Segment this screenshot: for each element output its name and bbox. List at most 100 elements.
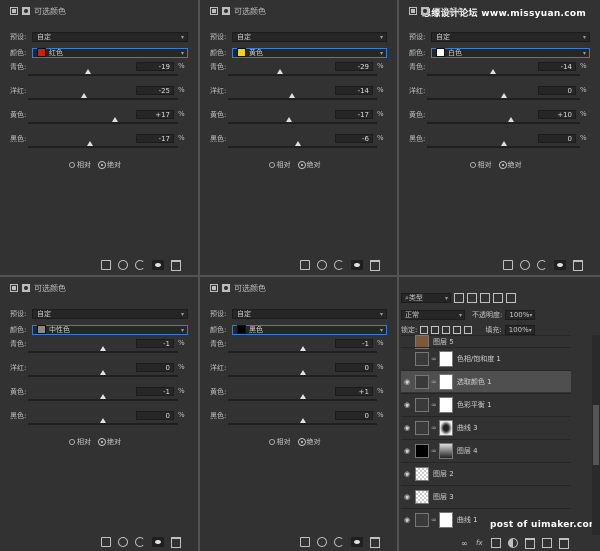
color-dropdown[interactable]: 红色 ▾	[32, 47, 188, 58]
black-value-input[interactable]: -6	[335, 134, 373, 143]
yellow-slider-track[interactable]	[28, 399, 178, 401]
cyan-slider-track[interactable]	[28, 351, 178, 353]
lock-position-icon[interactable]	[442, 326, 451, 334]
shape-filter-icon[interactable]	[493, 293, 503, 303]
blend-mode-dropdown[interactable]: 正常 ▾	[401, 310, 465, 320]
reset-icon[interactable]	[537, 260, 547, 270]
clip-to-layer-icon[interactable]	[300, 260, 310, 270]
adjustment-layer-icon[interactable]	[409, 7, 417, 15]
yellow-slider-handle[interactable]	[286, 117, 293, 122]
visibility-eye-icon[interactable]	[152, 260, 164, 270]
view-previous-state-icon[interactable]	[118, 537, 128, 547]
magenta-slider-track[interactable]	[28, 375, 178, 377]
layer-row[interactable]: ◉ 图层 2	[401, 462, 571, 484]
trash-icon[interactable]	[370, 536, 380, 548]
magenta-value-input[interactable]: -14	[335, 86, 373, 95]
magenta-value-input[interactable]: 0	[136, 363, 174, 372]
lock-transparency-icon[interactable]	[420, 326, 429, 334]
reset-icon[interactable]	[135, 260, 145, 270]
adjustment-layer-icon[interactable]	[210, 284, 218, 292]
reset-icon[interactable]	[135, 537, 145, 547]
trash-icon[interactable]	[559, 537, 569, 549]
magenta-slider-handle[interactable]	[299, 370, 306, 375]
radio-circle[interactable]	[469, 162, 476, 168]
black-slider-track[interactable]	[228, 423, 377, 425]
black-value-input[interactable]: -17	[136, 134, 174, 143]
radio-circle[interactable]	[98, 438, 106, 446]
trash-icon[interactable]	[171, 536, 181, 548]
color-dropdown[interactable]: 中性色 ▾	[32, 324, 188, 335]
yellow-slider-handle[interactable]	[508, 117, 515, 122]
fx-icon[interactable]: fx	[476, 539, 484, 547]
magenta-value-input[interactable]: -25	[136, 86, 174, 95]
yellow-value-input[interactable]: -17	[335, 110, 373, 119]
magenta-slider-track[interactable]	[228, 375, 377, 377]
lock-image-icon[interactable]	[431, 326, 440, 334]
radio-absolute[interactable]: 绝对	[98, 160, 121, 170]
visibility-eye-icon[interactable]: ◉	[401, 470, 413, 478]
radio-absolute[interactable]: 绝对	[498, 160, 522, 170]
yellow-slider-track[interactable]	[228, 399, 377, 401]
radio-absolute[interactable]: 绝对	[297, 160, 321, 170]
radio-relative[interactable]: 相对	[268, 437, 291, 447]
visibility-eye-icon[interactable]	[152, 537, 164, 547]
visibility-eye-icon[interactable]	[554, 260, 566, 270]
black-value-input[interactable]: 0	[136, 411, 174, 420]
lock-artboard-icon[interactable]	[453, 326, 462, 334]
yellow-value-input[interactable]: +10	[538, 110, 576, 119]
black-slider-handle[interactable]	[86, 141, 93, 146]
yellow-slider-track[interactable]	[28, 122, 178, 124]
radio-circle[interactable]	[498, 161, 507, 169]
new-group-icon[interactable]	[525, 537, 535, 549]
black-slider-handle[interactable]	[500, 141, 507, 146]
mask-icon[interactable]	[222, 7, 230, 15]
link-layers-icon[interactable]: ∞	[461, 539, 469, 548]
black-slider-track[interactable]	[427, 146, 580, 148]
mask-icon[interactable]	[222, 284, 230, 292]
radio-relative[interactable]: 相对	[69, 437, 91, 447]
cyan-slider-handle[interactable]	[100, 346, 106, 351]
layer-row[interactable]: ◉ ∞ 选取颜色 1	[401, 370, 571, 392]
trash-icon[interactable]	[573, 259, 583, 271]
color-dropdown[interactable]: 黑色 ▾	[232, 324, 387, 335]
preset-dropdown[interactable]: 自定 ▾	[32, 31, 188, 42]
adjustment-layer-icon[interactable]	[210, 7, 218, 15]
cyan-slider-track[interactable]	[228, 351, 377, 353]
magenta-slider-track[interactable]	[28, 98, 178, 100]
trash-icon[interactable]	[370, 259, 380, 271]
adjustment-layer-icon[interactable]	[10, 284, 18, 292]
black-value-input[interactable]: 0	[538, 134, 576, 143]
yellow-slider-handle[interactable]	[299, 394, 306, 399]
yellow-value-input[interactable]: +1	[335, 387, 373, 396]
cyan-value-input[interactable]: -1	[335, 339, 373, 348]
smart-object-filter-icon[interactable]	[506, 293, 516, 303]
cyan-value-input[interactable]: -1	[136, 339, 174, 348]
cyan-value-input[interactable]: -14	[538, 62, 576, 71]
preset-dropdown[interactable]: 自定 ▾	[431, 31, 590, 42]
type-filter-icon[interactable]	[480, 293, 490, 303]
adjustment-layer-icon[interactable]	[10, 7, 18, 15]
magenta-slider-handle[interactable]	[80, 93, 87, 98]
reset-icon[interactable]	[334, 537, 344, 547]
reset-icon[interactable]	[334, 260, 344, 270]
trash-icon[interactable]	[171, 259, 181, 271]
black-slider-handle[interactable]	[295, 141, 302, 146]
magenta-value-input[interactable]: 0	[538, 86, 576, 95]
layer-row[interactable]: ◉ ∞ 图层 4	[401, 439, 571, 461]
clip-to-layer-icon[interactable]	[300, 537, 310, 547]
preset-dropdown[interactable]: 自定 ▾	[32, 308, 188, 319]
layer-row[interactable]: ◉ ∞ 曲线 3	[401, 416, 571, 438]
view-previous-state-icon[interactable]	[520, 260, 530, 270]
visibility-eye-icon[interactable]: ◉	[401, 447, 413, 455]
preset-dropdown[interactable]: 自定 ▾	[232, 31, 387, 42]
radio-circle[interactable]	[268, 439, 275, 445]
layers-scrollbar[interactable]	[592, 335, 600, 535]
radio-absolute[interactable]: 绝对	[98, 437, 121, 447]
yellow-value-input[interactable]: +17	[136, 110, 174, 119]
cyan-slider-handle[interactable]	[85, 69, 91, 74]
radio-relative[interactable]: 相对	[469, 160, 492, 170]
clip-to-layer-icon[interactable]	[101, 260, 111, 270]
scrollbar-thumb[interactable]	[593, 405, 599, 465]
yellow-slider-handle[interactable]	[100, 394, 106, 399]
mask-icon[interactable]	[421, 7, 429, 15]
